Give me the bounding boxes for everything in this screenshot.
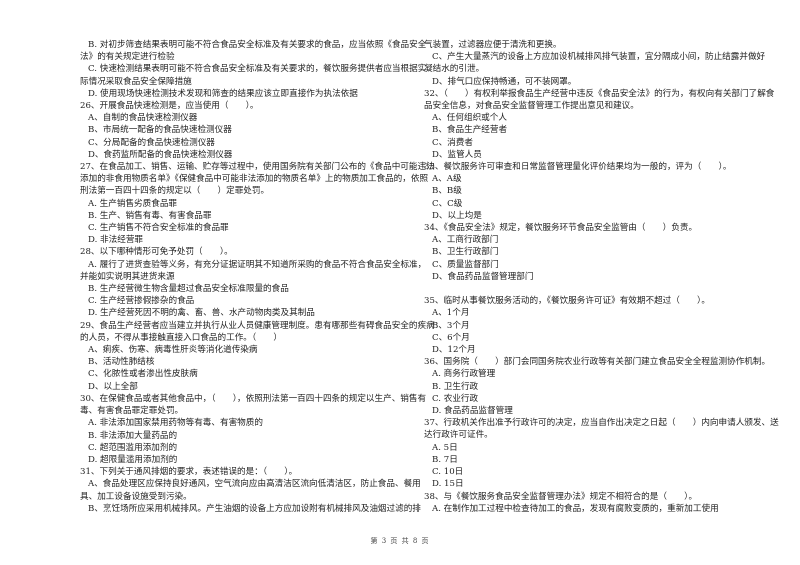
- answer-option: A、1个月: [432, 308, 470, 319]
- page-footer: 第 3 页 共 8 页: [370, 537, 430, 545]
- answer-option: B、B级: [432, 186, 462, 197]
- answer-option: B、3个月: [432, 320, 470, 331]
- answer-option: C. 快速检测结果表明可能不符合食品安全标准及有关要求的，餐饮服务提供者应当根据…: [88, 64, 427, 75]
- text-continuation: 添加的非食用物质名单》《保健食品中可能非法添加的物质名单》上的物质加工食品的，依…: [80, 174, 429, 185]
- answer-option: A、食品处理区应保持良好通风，空气流向应由高清洁区流向低清洁区，防止食品、餐用: [88, 479, 421, 490]
- answer-option: B、卫生行政部门: [432, 247, 499, 258]
- answer-option: D、监管人员: [432, 149, 482, 160]
- text-continuation: 气装置，过滤器应便于清洗和更换。: [424, 40, 562, 50]
- question-stem: 38、与《餐饮服务食品安全监督管理办法》规定不相符合的是（ ）。: [424, 491, 698, 502]
- text-continuation: 际情况采取食品安全保障措施: [80, 76, 192, 87]
- answer-option: C. 10日: [432, 467, 464, 478]
- answer-option: D、食药监所配备的食品快速检测仪器: [88, 149, 233, 160]
- answer-option: C. 生产销售不符合安全标准的食品罪: [88, 223, 229, 234]
- answer-option: A、A级: [432, 174, 462, 185]
- question-stem: 33、餐饮服务许可审查和日常监督管理量化评价结果均为一般的，评为（ ）。: [424, 162, 732, 173]
- answer-option: A. 商务行政管理: [432, 369, 496, 380]
- left-column: B. 对初步筛查结果表明可能不符合食品安全标准及有关要求的食品，应当依照《食品安…: [80, 39, 435, 515]
- answer-option: D. 使用现场快速检测技术发现和筛查的结果应该立即直接作为执法依据: [88, 88, 358, 99]
- answer-option: B. 非法添加大量药品的: [88, 430, 178, 441]
- answer-option: C、化脓性或者渗出性皮肤病: [88, 369, 198, 380]
- answer-option: C. 超范围滥用添加剂的: [88, 442, 178, 453]
- answer-option: D、食品药品监督管理部门: [432, 271, 534, 282]
- answer-option: C、消费者: [432, 137, 473, 148]
- text-continuation: 凝结水的引泄。: [424, 64, 485, 75]
- answer-option: C、6个月: [432, 332, 470, 343]
- question-stem: 31、下列关于通风排烟的要求，表述错误的是：（ ）。: [80, 467, 298, 478]
- answer-option: A. 生产销售劣质食品罪: [88, 198, 178, 209]
- answer-option: D. 食品药品监督管理: [432, 406, 513, 417]
- answer-option: C. 农业行政: [432, 393, 479, 404]
- answer-option: A. 非法添加国家禁用药物等有毒、有害物质的: [88, 418, 263, 429]
- question-stem: 37、行政机关作出准予行政许可的决定，应当自作出决定之日起（ ）内向申请人颁发、…: [424, 418, 779, 429]
- text-continuation: 品安全信息，对食品安全监督管理工作提出意见和建议。: [424, 101, 639, 112]
- answer-option: D、以上均是: [432, 210, 482, 221]
- answer-option: A、痢疾、伤寒、病毒性肝炎等消化道传染病: [88, 345, 258, 356]
- text-continuation: 的人员，不得从事接触直接入口食品的工作。（ ）: [80, 332, 282, 343]
- question-stem: 35、临时从事餐饮服务活动的，《餐饮服务许可证》有效期不超过（ ）。: [424, 296, 710, 307]
- text-continuation: 达行政许可证件。: [424, 430, 493, 441]
- text-continuation: 刑法第一百四十四条的规定以（ ）定罪处罚。: [80, 186, 270, 197]
- question-stem: 30、在保健食品或者其他食品中，（ ），依照刑法第一百四十四条的规定以生产、销售…: [80, 393, 427, 404]
- question-stem: 32、（ ）有权利举报食品生产经营中违反《食品安全法》的行为，有权向有关部门了解…: [424, 88, 775, 99]
- answer-option: B. 生产、销售有毒、有害食品罪: [88, 210, 212, 221]
- text-continuation: 并能如实说明其进货来源: [80, 271, 175, 282]
- answer-option: D. 超限量滥用添加剂的: [88, 454, 178, 465]
- question-stem: 26、开展食品快速检测是，应当使用（ ）。: [80, 101, 259, 112]
- answer-option: D、12个月: [432, 345, 476, 356]
- text-continuation: 具、加工设备设施受到污染。: [80, 491, 192, 502]
- answer-option: A、自制的食品快速检测仪器: [88, 113, 198, 124]
- question-stem: 28、以下哪种情形可免予处罚（ ）。: [80, 247, 233, 258]
- answer-option: B. 7日: [432, 454, 458, 465]
- answer-option: C、质量监督部门: [432, 259, 499, 270]
- answer-option: C. 生产经营掺假掺杂的食品: [88, 296, 195, 307]
- answer-option: B、烹饪场所应采用机械排风。产生油烟的设备上方应加设附有机械排风及油烟过滤的排: [88, 503, 421, 514]
- text-continuation: 毒、有害食品罪定罪处罚。: [80, 406, 184, 417]
- question-stem: 27、在食品加工、销售、运输、贮存等过程中，使用国务院有关部门公布的《食品中可能…: [80, 162, 435, 173]
- answer-option: B. 卫生行政: [432, 381, 479, 392]
- answer-option: D、排气口应保持畅通，可不装网罩。: [432, 76, 577, 87]
- answer-option: A. 在制作加工过程中检查待加工的食品，发现有腐败变质的，重新加工使用: [432, 503, 719, 514]
- answer-option: D. 非法经营罪: [88, 235, 144, 246]
- right-column: 气装置，过滤器应便于清洗和更换。 C、产生大量蒸汽的设备上方应加设机械排风排气装置…: [424, 39, 779, 515]
- answer-option: C、C级: [432, 198, 463, 209]
- answer-option: B、活动性肺结核: [88, 357, 155, 368]
- answer-option: A、任何组织或个人: [432, 113, 507, 124]
- answer-option: D. 生产经营死因不明的禽、畜、兽、水产动物肉类及其制品: [88, 308, 315, 319]
- text-continuation: 法》的有关规定进行检验: [80, 52, 175, 63]
- answer-option: B. 对初步筛查结果表明可能不符合食品安全标准及有关要求的食品，应当依照《食品安…: [88, 40, 427, 50]
- answer-option: A. 5日: [432, 442, 458, 453]
- answer-option: C、产生大量蒸汽的设备上方应加设机械排风排气装置，宜分隔成小间，防止结露并做好: [432, 52, 766, 63]
- question-stem: 29、食品生产经营者应当建立并执行从业人员健康管理制度。患有哪那些有碍食品安全的…: [80, 320, 435, 331]
- answer-option: D、以上全部: [88, 381, 138, 392]
- answer-option: A. 履行了进货查验等义务，有充分证据证明其不知道所采购的食品不符合食品安全标准…: [88, 259, 427, 270]
- answer-option: A、工商行政部门: [432, 235, 499, 246]
- answer-option: C、分局配备的食品快速检测仪器: [88, 137, 215, 148]
- answer-option: D. 15日: [432, 479, 464, 490]
- question-stem: 36、国务院（ ）部门会同国务院农业行政等有关部门建立食品安全全程监测协作机制。: [424, 357, 771, 368]
- question-stem: 34、《食品安全法》规定，餐饮服务环节食品安全监管由（ ）负责。: [424, 223, 698, 234]
- answer-option: B. 生产经营微生物含量超过食品安全标准限量的食品: [88, 284, 289, 295]
- answer-option: B、食品生产经营者: [432, 125, 508, 136]
- answer-option: B、市局统一配备的食品快速检测仪器: [88, 125, 232, 136]
